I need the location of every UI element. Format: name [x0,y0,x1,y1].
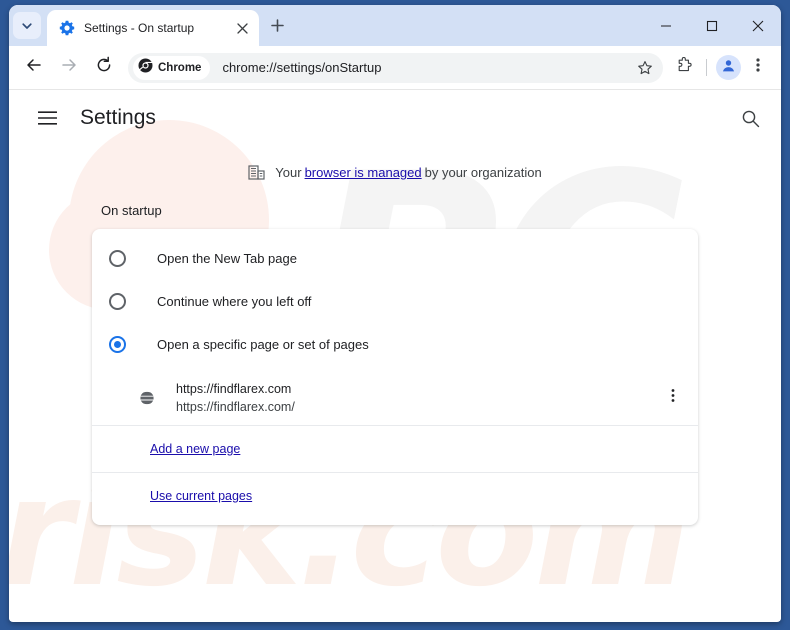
chrome-chip-label: Chrome [158,61,202,74]
arrow-back-icon [25,56,43,79]
chrome-origin-chip[interactable]: Chrome [133,55,211,80]
startup-page-row[interactable]: https://findflarex.com https://findflare… [92,371,698,426]
page-title: Settings [80,106,156,129]
minimize-button[interactable] [643,5,689,46]
star-icon[interactable] [633,56,657,80]
close-icon[interactable] [233,19,251,37]
add-a-new-page-link[interactable]: Add a new page [150,442,240,456]
three-dot-menu-icon [671,388,675,408]
maximize-button[interactable] [689,5,735,46]
enterprise-building-icon [248,164,265,181]
person-avatar-icon [721,58,736,78]
radio-option-new-tab-page[interactable]: Open the New Tab page [92,237,698,280]
managed-notice-suffix: by your organization [424,165,542,180]
radio-label: Open the New Tab page [157,251,297,266]
tab-title: Settings - On startup [84,21,195,35]
tab-strip: Settings - On startup [9,5,781,46]
settings-gear-icon [59,20,75,36]
managed-notice-prefix: Your [275,165,302,180]
radio-button[interactable] [109,250,126,267]
settings-page: PC risk.com Settings [9,90,781,621]
radio-label: Continue where you left off [157,294,312,309]
extensions-button[interactable] [669,53,699,83]
browser-is-managed-link[interactable]: browser is managed [305,165,422,180]
address-bar-url[interactable]: chrome://settings/onStartup [222,60,633,75]
startup-page-text: https://findflarex.com https://findflare… [176,380,662,416]
three-dot-menu-icon [756,57,760,78]
browser-window: Settings - On startup Chrome chrome://se… [9,5,781,622]
radio-button[interactable] [109,293,126,310]
search-icon[interactable] [737,105,763,131]
forward-button[interactable] [54,53,84,83]
add-a-new-page-row[interactable]: Add a new page [92,426,698,473]
settings-header: Settings [9,90,781,146]
address-bar[interactable]: Chrome chrome://settings/onStartup [128,52,663,83]
arrow-forward-icon [60,56,78,79]
puzzle-piece-icon [676,56,693,79]
browser-toolbar: Chrome chrome://settings/onStartup [9,46,781,90]
toolbar-separator [706,59,707,76]
startup-page-url: https://findflarex.com/ [176,400,295,414]
back-button[interactable] [19,53,49,83]
new-tab-button[interactable] [265,16,289,40]
reload-icon [95,56,113,79]
startup-page-menu-button[interactable] [662,387,684,409]
radio-label: Open a specific page or set of pages [157,337,369,352]
use-current-pages-row[interactable]: Use current pages [92,473,698,513]
section-heading-on-startup: On startup [101,203,162,218]
profile-avatar[interactable] [716,55,741,80]
browser-tab[interactable]: Settings - On startup [47,10,259,46]
radio-button-selected[interactable] [109,336,126,353]
startup-page-title: https://findflarex.com [176,382,292,396]
managed-browser-notice: Your browser is managed by your organiza… [9,164,781,181]
startup-pages-list: https://findflarex.com https://findflare… [92,371,698,426]
tab-search-button[interactable] [13,12,41,39]
radio-option-specific-pages[interactable]: Open a specific page or set of pages [92,323,698,366]
radio-option-continue-where-left-off[interactable]: Continue where you left off [92,280,698,323]
plus-icon [270,18,285,38]
window-controls [643,5,781,46]
close-window-button[interactable] [735,5,781,46]
chrome-logo-icon [138,58,153,78]
chevron-down-icon [21,20,33,32]
browser-menu-button[interactable] [743,53,773,83]
hamburger-menu-icon[interactable] [35,106,59,130]
reload-button[interactable] [89,53,119,83]
on-startup-card: Open the New Tab page Continue where you… [92,229,698,525]
globe-icon [138,389,156,407]
use-current-pages-link[interactable]: Use current pages [150,489,252,503]
